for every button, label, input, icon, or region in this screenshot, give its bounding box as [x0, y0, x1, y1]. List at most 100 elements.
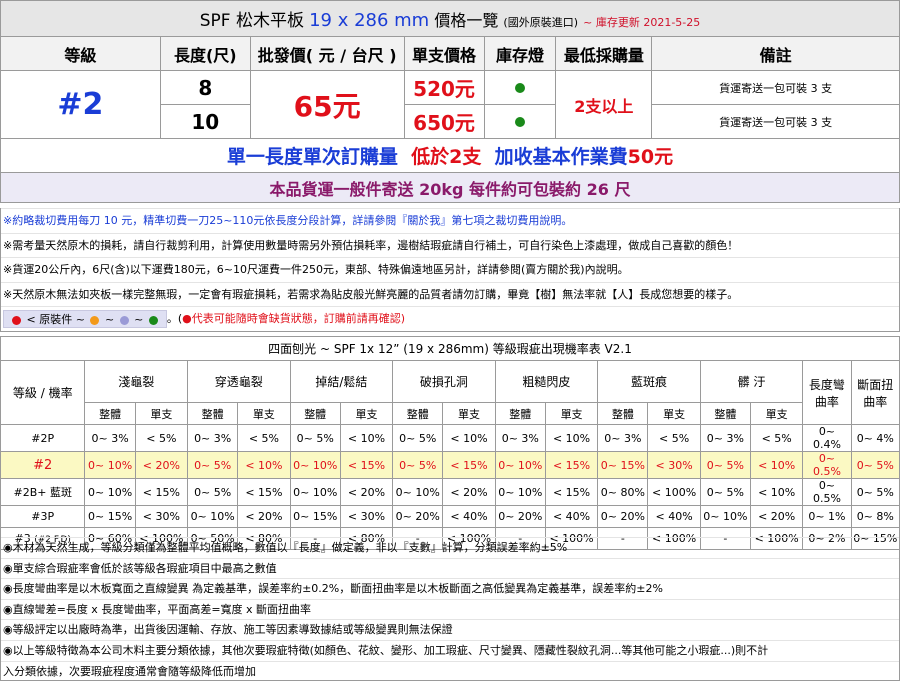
- lavender-dot-icon: [119, 315, 129, 325]
- defect-cell: < 20%: [339, 478, 394, 506]
- footnote: ◉以上等級特徵為本公司木料主要分類依據，其他次要瑕疵特徵(如顏色、花紋、變形、加…: [1, 639, 899, 661]
- defect-cell: < 15%: [134, 478, 189, 506]
- defect-group-header-row: 等級 / 機率 淺龜裂 穿透龜裂 掉結/鬆結 破損孔洞 粗糙閃皮 藍斑痕 髒 汙…: [0, 360, 900, 425]
- legend-tilde: ~: [75, 313, 85, 327]
- defect-cell: 0~ 1%: [802, 505, 852, 528]
- defect-cell: 0~ 20%: [494, 505, 546, 528]
- defect-cell: < 5%: [134, 424, 189, 452]
- sub-header: 整體: [84, 402, 136, 425]
- defect-cell: 0~ 4%: [850, 424, 900, 452]
- defect-cell: < 20%: [237, 505, 291, 528]
- defect-cell: 0~ 10%: [289, 451, 341, 479]
- stock-cell: [483, 104, 557, 139]
- defect-cell: < 10%: [750, 478, 804, 506]
- defect-cell: 0~ 10%: [699, 505, 752, 528]
- defect-cell: < 30%: [134, 505, 189, 528]
- defect-cell: 0~ 10%: [289, 478, 341, 506]
- defect-cell: 0~ 10%: [494, 478, 546, 506]
- footnote: ◉直線彎差=長度 x 長度彎曲率，平面高差=寬度 x 斷面扭曲率: [1, 598, 899, 620]
- defect-subheader-row: 整體 單支 整體 單支 整體 單支 整體 單支 整體 單支 整體 單支 整體 單支: [1, 402, 900, 425]
- defect-cell: < 20%: [442, 478, 496, 506]
- note-line: ※需考量天然原木的損耗，請自行裁剪利用，計算使用數量時需另外預估損耗率，邊樹結瑕…: [1, 232, 899, 258]
- title-size: 19 x 286 mm: [309, 10, 430, 31]
- defect-cell: 0~ 10%: [84, 478, 136, 506]
- red-dot-icon: [12, 315, 21, 325]
- defect-cell: 0~ 15%: [84, 505, 136, 528]
- defect-cell: 0~ 3%: [84, 424, 136, 452]
- shipping-banner: 本品貨運一般件寄送 20kg 每件約可包裝約 26 尺: [0, 172, 900, 203]
- stock-updated: ~ 庫存更新 2021-5-25: [583, 16, 701, 29]
- defect-cell: 0~ 10%: [84, 451, 136, 479]
- stock-warning: ●代表可能隨時會缺貨狀態，訂購前請再確認): [182, 312, 406, 326]
- orange-dot-icon: [90, 315, 100, 325]
- defect-cell: 0~ 10%: [494, 451, 546, 479]
- defect-cell: 0~ 5%: [392, 451, 444, 479]
- unit-price: 520元: [403, 70, 485, 105]
- defect-cell: 0~ 3%: [597, 424, 649, 452]
- sub-header: 單支: [544, 402, 599, 425]
- defect-cell: 0~ 5%: [699, 478, 752, 506]
- defect-cell: 0~ 3%: [187, 424, 239, 452]
- group-header: 斷面扭曲率: [850, 360, 900, 425]
- sub-header: 單支: [339, 402, 394, 425]
- defect-cell: 0~ 5%: [392, 424, 444, 452]
- defect-grade: #3P: [0, 505, 86, 528]
- defect-row: #2 0~ 10% < 20% 0~ 5% < 10% 0~ 10% < 15% 0~ 5% <…: [0, 451, 900, 479]
- group-header: 粗糙閃皮: [494, 360, 599, 403]
- grade-value: #2: [0, 70, 161, 139]
- defect-row: #3P 0~ 15% < 30% 0~ 10% < 20% 0~ 15% < 30% 0~ 2…: [0, 505, 900, 528]
- sub-header: 整體: [187, 402, 239, 425]
- defect-cell: < 40%: [442, 505, 496, 528]
- defect-corner: 等級 / 機率: [0, 360, 86, 425]
- legend-tail: 。(: [166, 312, 183, 326]
- defect-cell: < 15%: [544, 451, 599, 479]
- defect-cell: 0~ 15%: [289, 505, 341, 528]
- defect-cell: < 20%: [750, 505, 804, 528]
- stock-cell: [483, 70, 557, 105]
- footnote: ◉等級評定以出廠時為準，出貨後因運輸、存放、施工等因素導致據結或等級變異則無法保…: [1, 619, 899, 640]
- header-grade: 等級: [0, 36, 161, 71]
- defect-cell: 0~ 20%: [597, 505, 649, 528]
- group-header: 淺龜裂: [84, 360, 189, 403]
- defect-grade: #2P: [0, 424, 86, 452]
- wholesale-price: 65元: [249, 70, 405, 139]
- header-unit-price: 單支價格: [403, 36, 485, 71]
- unit-price: 650元: [403, 104, 485, 139]
- group-header: 掉結/鬆結: [289, 360, 394, 403]
- defect-grade-label: #2B+ 藍斑: [13, 486, 72, 499]
- stock-light-icon: [514, 83, 525, 93]
- defect-rate-table: 四面刨光 ~ SPF 1x 12” (19 x 286mm) 等級瑕疵出現機率表…: [0, 336, 900, 550]
- defect-cell: 0~ 15%: [597, 451, 649, 479]
- header-note: 備註: [651, 36, 900, 71]
- defect-cell: < 5%: [237, 424, 291, 452]
- footnotes-panel: ◉木材為天然生成，等級分類僅為整體平均值概略，數值以『長度』做定義，非以『支數』…: [0, 537, 900, 681]
- defect-cell: < 15%: [339, 451, 394, 479]
- banner-d: 50元: [627, 146, 674, 168]
- defect-cell: < 30%: [339, 505, 394, 528]
- sub-header: 整體: [289, 402, 341, 425]
- stock-light-icon: [514, 117, 525, 127]
- length-value: 10: [159, 104, 251, 139]
- defect-cell: < 20%: [134, 451, 189, 479]
- defect-cell: 0~ 3%: [494, 424, 546, 452]
- defect-cell: < 30%: [647, 451, 701, 479]
- header-stock: 庫存燈: [483, 36, 557, 71]
- row-note: 貨運寄送一包可裝 3 支: [651, 104, 900, 139]
- price-title: SPF 松木平板 19 x 286 mm 價格一覽 (國外原裝進口) ~ 庫存更…: [0, 0, 900, 37]
- defect-cell: < 100%: [647, 478, 701, 506]
- sub-header: 整體: [494, 402, 546, 425]
- price-header-row: 等級 長度(尺) 批發價( 元 / 台尺 ) 單支價格 庫存燈 最低採購量 備註: [0, 36, 900, 71]
- banner-a: 單一長度單次訂購量: [226, 146, 398, 168]
- defect-row: #2P 0~ 3% < 5% 0~ 3% < 5% 0~ 5% < 10% 0~ 5% < 10…: [0, 424, 900, 452]
- defect-cell: 0~ 5%: [187, 478, 239, 506]
- sub-header: 單支: [134, 402, 189, 425]
- defect-cell: < 15%: [237, 478, 291, 506]
- defect-cell: < 10%: [237, 451, 291, 479]
- shipping-banner-row: 本品貨運一般件寄送 20kg 每件約可包裝約 26 尺: [0, 172, 900, 203]
- sub-header: 單支: [237, 402, 291, 425]
- defect-table-body: #2P 0~ 3% < 5% 0~ 3% < 5% 0~ 5% < 10% 0~ 5% < 10…: [0, 424, 900, 550]
- sub-header: 整體: [392, 402, 444, 425]
- banner-b: 低於2支: [411, 146, 482, 168]
- group-header: 藍斑痕: [597, 360, 701, 403]
- sub-header: 整體: [699, 402, 752, 425]
